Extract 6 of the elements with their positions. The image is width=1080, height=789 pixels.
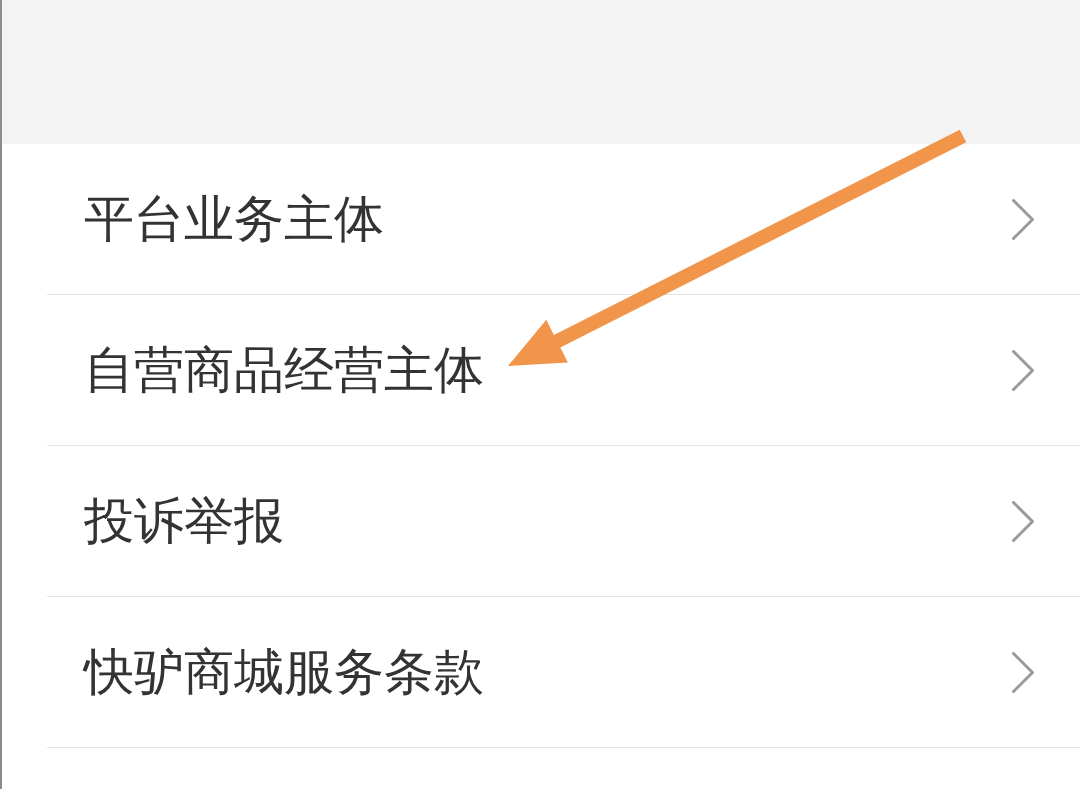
chevron-right-icon — [1012, 651, 1034, 693]
menu-item[interactable]: 快驴商城服务条款 — [47, 597, 1080, 748]
chevron-right-icon — [1012, 500, 1034, 542]
chevron-right-icon — [1012, 349, 1034, 391]
chevron-right-icon — [1012, 198, 1034, 240]
menu-item[interactable]: 投诉举报 — [47, 446, 1080, 597]
